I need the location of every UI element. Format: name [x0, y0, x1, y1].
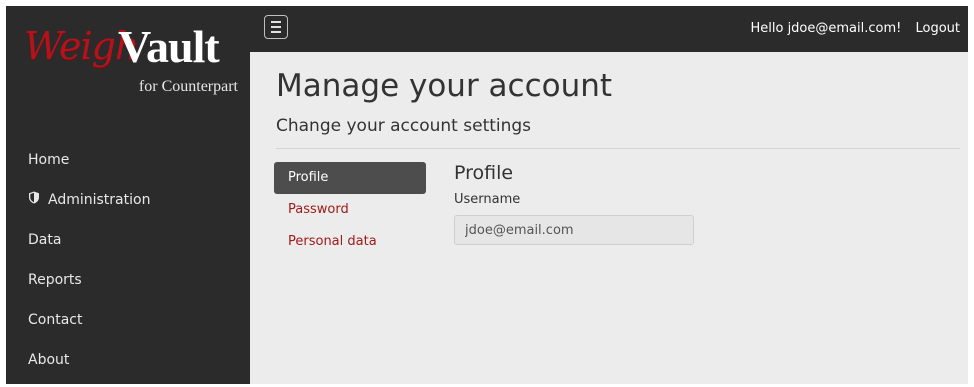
subnav-item-personal-data[interactable]: Personal data	[274, 226, 426, 258]
app-window: Weigh Vault for Counterpart Home Adminis…	[6, 6, 968, 384]
username-label: Username	[454, 192, 521, 207]
sidebar-nav: Home Administration Data Reports Contact	[6, 140, 250, 380]
account-subnav: Profile Password Personal data	[274, 162, 426, 258]
sidebar-item-about[interactable]: About	[6, 340, 250, 380]
sidebar-item-contact[interactable]: Contact	[6, 300, 250, 340]
sidebar: Weigh Vault for Counterpart Home Adminis…	[6, 6, 250, 384]
shield-icon	[28, 180, 40, 220]
logo[interactable]: Weigh Vault for Counterpart	[18, 16, 244, 134]
sidebar-item-label: Home	[28, 152, 70, 168]
username-field[interactable]	[454, 215, 694, 245]
logout-link[interactable]: Logout	[915, 21, 960, 36]
profile-heading: Profile	[454, 162, 514, 184]
profile-panel: Profile Username	[454, 162, 694, 245]
sidebar-item-reports[interactable]: Reports	[6, 260, 250, 300]
sidebar-item-label: Reports	[28, 272, 82, 288]
sidebar-item-label: About	[28, 352, 70, 368]
sidebar-item-administration[interactable]: Administration	[6, 180, 250, 220]
subnav-item-password[interactable]: Password	[274, 194, 426, 226]
sidebar-item-label: Administration	[48, 192, 151, 208]
top-bar: Hello jdoe@email.com! Logout	[250, 6, 968, 52]
subnav-item-profile[interactable]: Profile	[274, 162, 426, 194]
hamburger-icon[interactable]	[264, 15, 288, 39]
user-greeting-link[interactable]: Hello jdoe@email.com!	[750, 21, 901, 36]
logo-vault-text: Vault	[118, 21, 220, 72]
sidebar-item-label: Data	[28, 232, 62, 248]
divider	[276, 148, 960, 149]
user-area: Hello jdoe@email.com! Logout	[740, 6, 960, 52]
main-content: Manage your account Change your account …	[274, 52, 968, 384]
sidebar-item-data[interactable]: Data	[6, 220, 250, 260]
page-subtitle: Change your account settings	[276, 116, 532, 136]
sidebar-item-label: Contact	[28, 312, 83, 328]
page-title: Manage your account	[276, 68, 613, 104]
sidebar-item-home[interactable]: Home	[6, 140, 250, 180]
logo-tagline: for Counterpart	[138, 78, 238, 95]
